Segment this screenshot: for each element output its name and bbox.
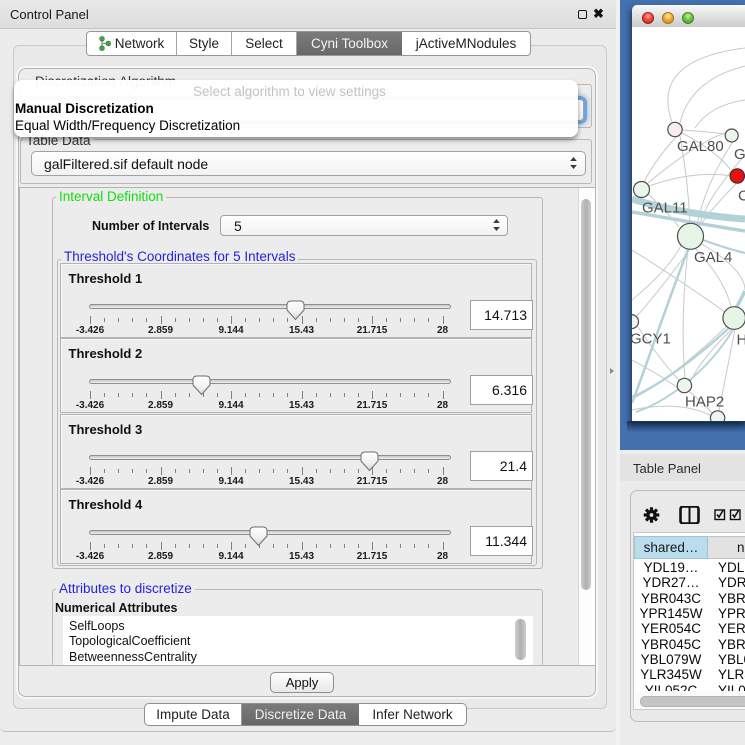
svg-text:GCY1: GCY1 bbox=[632, 331, 671, 348]
svg-text:GAL11: GAL11 bbox=[642, 200, 688, 217]
svg-text:GA: GA bbox=[734, 146, 745, 163]
svg-text:HAP2: HAP2 bbox=[685, 394, 724, 411]
svg-text:C: C bbox=[738, 188, 745, 205]
svg-text:GAL4: GAL4 bbox=[694, 249, 732, 266]
svg-text:H: H bbox=[737, 332, 745, 349]
svg-text:GAL80: GAL80 bbox=[677, 138, 724, 155]
